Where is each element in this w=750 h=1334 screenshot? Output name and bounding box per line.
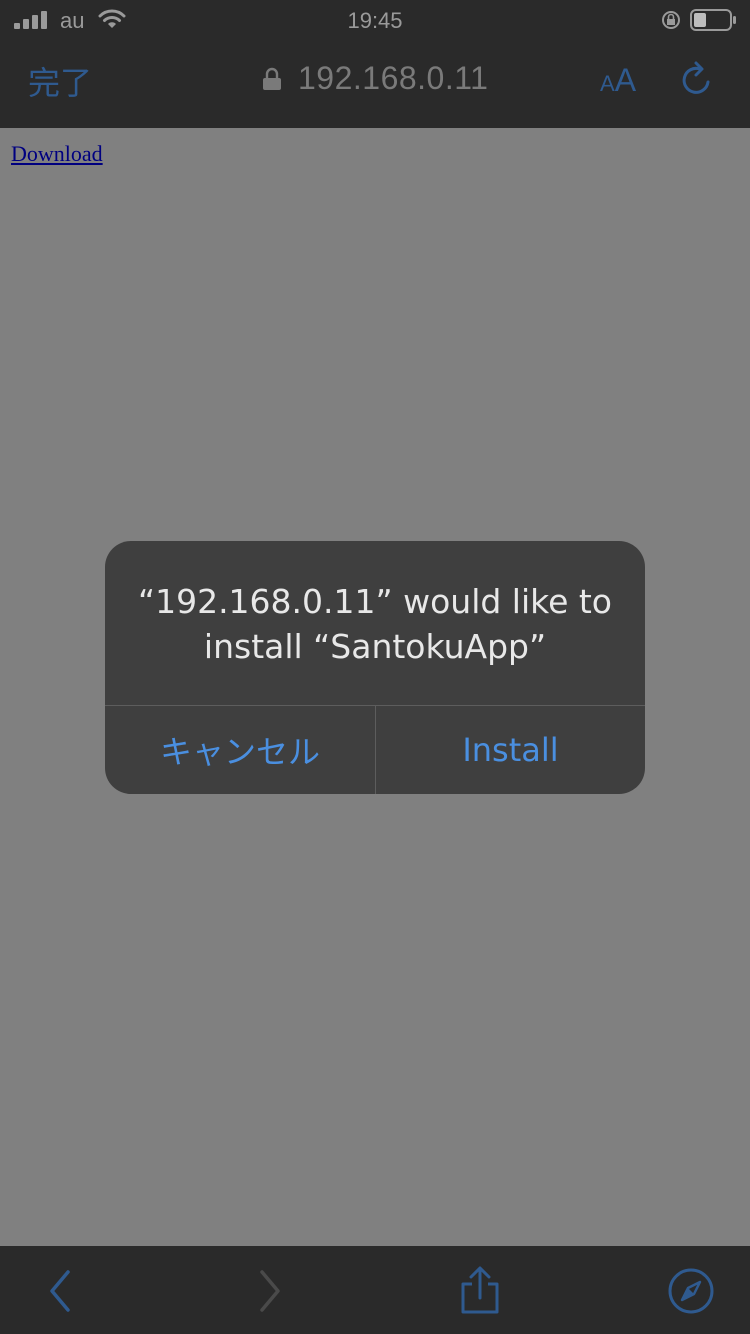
status-time: 19:45 (347, 8, 403, 33)
back-icon[interactable] (36, 1266, 86, 1316)
url-text: 192.168.0.11 (297, 60, 489, 96)
status-bar: au 19:45 (0, 0, 750, 40)
battery-icon (690, 9, 736, 31)
text-size-big-label: A (614, 62, 637, 98)
download-link[interactable]: Download (11, 141, 103, 167)
cancel-button[interactable]: キャンセル (105, 706, 375, 794)
share-icon[interactable] (455, 1266, 505, 1316)
reload-icon[interactable] (678, 60, 716, 100)
padlock-icon (262, 67, 281, 90)
browser-nav-bar: 完了 192.168.0.11 AA (0, 40, 750, 128)
forward-icon[interactable] (244, 1266, 294, 1316)
alert-title-line-2: install “SantokuApp” (203, 627, 547, 666)
install-alert-dialog: “192.168.0.11” would like to install “Sa… (105, 541, 645, 794)
rotation-lock-icon (662, 11, 680, 29)
text-size-button[interactable]: AA (600, 62, 636, 99)
alert-title-line-1: “192.168.0.11” would like to (137, 582, 612, 621)
compass-icon[interactable] (666, 1266, 716, 1316)
address-bar[interactable]: 192.168.0.11 (0, 60, 750, 97)
install-button[interactable]: Install (376, 706, 645, 794)
alert-title: “192.168.0.11” would like to install “Sa… (125, 579, 625, 669)
browser-toolbar (0, 1246, 750, 1334)
text-size-small-label: A (600, 71, 615, 96)
